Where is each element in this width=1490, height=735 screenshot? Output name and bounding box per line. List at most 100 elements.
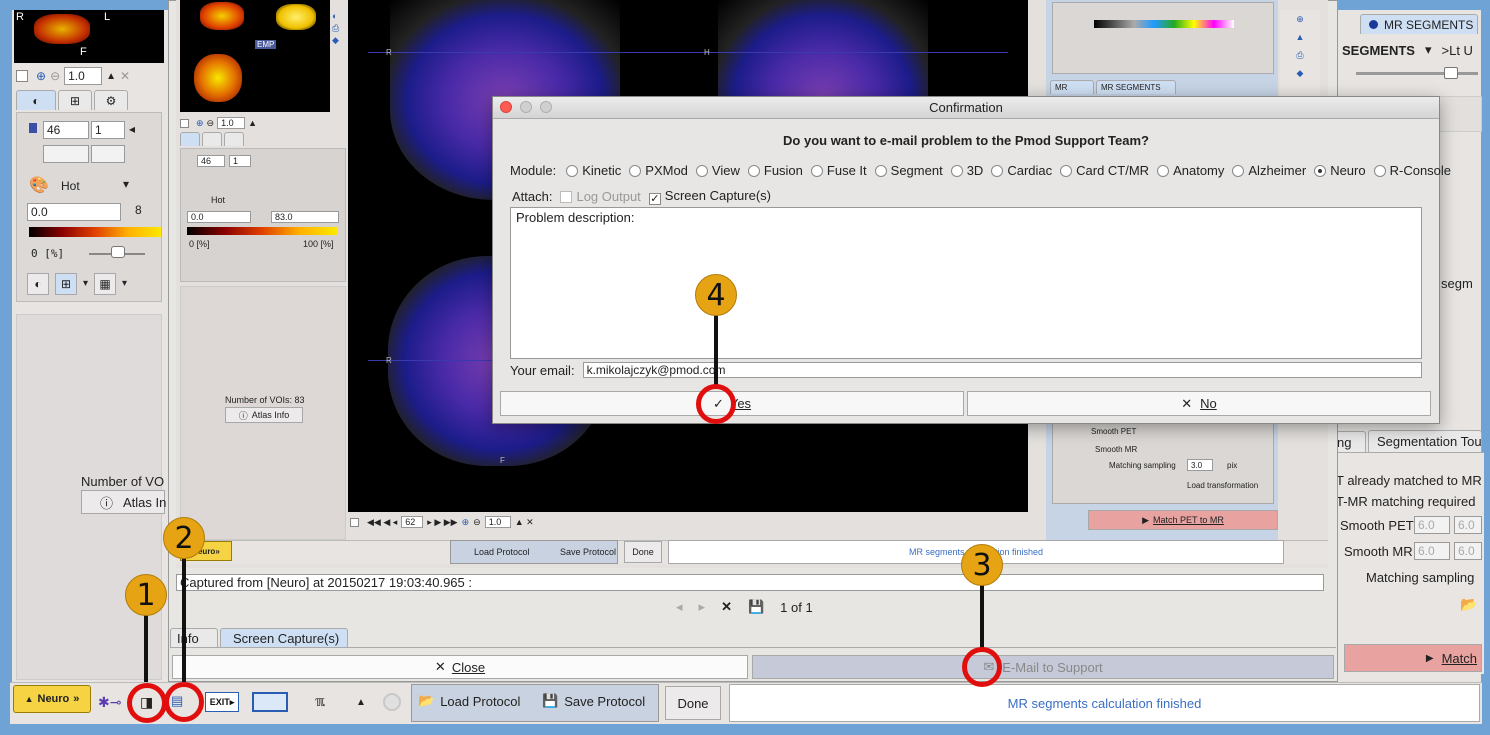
prev-icon[interactable]: ◂ [676,599,683,615]
tab-layout[interactable]: ⊞ [58,90,92,110]
module-cardiac[interactable]: Cardiac [991,163,1052,178]
tab-screen-captures[interactable]: Screen Capture(s) [220,628,348,648]
window-close-dot[interactable] [500,101,512,113]
left-field-b[interactable]: 1 [91,121,125,139]
neuro-button[interactable]: ▲ Neuro» [13,685,91,713]
up-arrow-small-icon[interactable]: ▲ [356,697,366,708]
inner-tab-mr[interactable]: MR [1050,80,1094,94]
inner-atlas-button[interactable]: ⓘ Atlas Info [225,407,303,423]
dialog-titlebar: Confirmation [493,97,1439,119]
inner-field-a[interactable]: 46 [197,155,225,167]
right-tab-segmentation-tools[interactable]: Segmentation Tou [1368,430,1482,452]
right-match-button[interactable]: ▶ Match [1344,644,1482,672]
database-icon[interactable] [252,692,288,712]
right-smooth-mr-field-2[interactable]: 6.0 [1454,542,1482,560]
inner-slice-field[interactable]: 62 [401,516,424,528]
inner-max[interactable]: 83.0 [271,211,339,223]
next-icon[interactable]: ▸ [699,599,706,615]
attach-row: Attach: Log Output ✓ Screen Capture(s) [512,187,912,205]
tools-icon[interactable]: ℼ [315,693,325,710]
problem-textarea[interactable]: Problem description: [510,207,1422,359]
window-zoom-dot[interactable] [540,101,552,113]
module-neuro[interactable]: Neuro [1314,163,1366,178]
zoom-out-icon[interactable]: ⊖ [50,69,60,83]
attach-log-checkbox[interactable]: Log Output [560,189,641,204]
module-card-ct-mr[interactable]: Card CT/MR [1060,163,1149,178]
inner-save-protocol[interactable]: Save Protocol [560,547,616,557]
tab-settings[interactable]: ⚙ [94,90,128,110]
right-segm-label: segm [1441,276,1473,291]
module-anatomy[interactable]: Anatomy [1157,163,1224,178]
pattern-icon[interactable]: ▦ [94,273,117,295]
marker-2-line [182,554,186,682]
page-indicator: 1 of 1 [780,599,813,615]
inner-controls: 46 1 Hot 0.0 83.0 0 [%] 100 [%] [180,148,346,282]
marker-2: 2 [163,517,205,559]
module-fuse-it[interactable]: Fuse It [810,163,867,178]
inner-load-transform[interactable]: Load transformation [1187,481,1258,490]
email-support-button[interactable]: ✉ E-Mail to Support [752,655,1334,679]
inner-zoom-field[interactable]: 1.0 [484,516,511,528]
module-segment[interactable]: Segment [874,163,943,178]
close-button[interactable]: ✕ Close [172,655,748,679]
delete-icon[interactable]: ✕ [721,599,732,615]
inner-done-button[interactable]: Done [624,541,662,563]
attach-screen-checkbox[interactable]: ✓ Screen Capture(s) [648,188,771,205]
window-minimize-dot[interactable] [520,101,532,113]
save-icon[interactable]: 💾 [748,599,764,615]
right-slider-thumb[interactable] [1444,67,1458,79]
left-check[interactable] [16,70,28,82]
module-pxmod[interactable]: PXMod [629,163,688,178]
inner-match-button[interactable]: ▶ Match PET to MR [1088,510,1278,530]
right-smooth-mr-field[interactable]: 6.0 [1414,542,1450,560]
close-icon[interactable]: ✕ [120,69,130,83]
right-tab-partial[interactable]: ng [1334,431,1366,453]
right-smooth-pet-field-2[interactable]: 6.0 [1454,516,1482,534]
marker-1: 1 [125,574,167,616]
no-button[interactable]: ✕ No [967,391,1431,416]
right-matching: Matching sampling [1366,570,1475,585]
save-protocol-button[interactable]: 💾 Save Protocol [542,693,645,709]
module-alzheimer[interactable]: Alzheimer [1232,163,1306,178]
left-zoom-field[interactable]: 1.0 [64,67,103,85]
plugin-icon[interactable]: ✱⊸ [98,694,121,711]
inner-load-protocol[interactable]: Load Protocol [474,547,530,557]
module-r-console[interactable]: R-Console [1373,163,1451,178]
left-controls: 46 1 ◂ 🎨 Hot ▾ 0.0 8 0 [%] ◐ ⊞ ▾ ▦ ▾ [16,112,162,302]
tab-info[interactable]: Info [170,628,218,648]
left-min-field[interactable]: 0.0 [27,203,121,221]
module-view[interactable]: View [695,163,740,178]
module-row: Module: Kinetic PXMod View Fusion Fuse I… [510,161,1451,179]
module-fusion[interactable]: Fusion [747,163,803,178]
left-field-a[interactable]: 46 [43,121,89,139]
zoom-in-icon[interactable]: ⊕ [36,69,46,83]
marker-3-line [980,582,984,648]
email-field[interactable]: k.mikolajczyk@pmod.com [582,362,1422,378]
grid-icon[interactable]: ⊞ [55,273,77,295]
record-icon[interactable] [383,693,401,711]
inner-matching-val[interactable]: 3.0 [1187,459,1213,471]
tab-contrast[interactable]: ◐ [16,90,56,110]
inner-pct-lo: 0 [%] [189,239,210,249]
inner-min[interactable]: 0.0 [187,211,251,223]
inner-zoom-field-2[interactable]: 1.0 [217,117,246,129]
done-button[interactable]: Done [665,686,721,720]
right-smooth-pet-field[interactable]: 6.0 [1414,516,1450,534]
left-slider-thumb[interactable] [111,246,125,258]
module-3d[interactable]: 3D [950,163,983,178]
left-brain-thumbnail: F L R [14,10,164,63]
exit-icon[interactable]: EXIT▸ [205,692,239,712]
contrast-icon[interactable]: ◐ [27,273,49,295]
right-tab-mr-segments[interactable]: MR SEGMENTS [1360,14,1478,34]
left-pct-lo: 0 [%] [31,247,65,260]
right-dropdown[interactable]: SEGMENTS ▾ >Lt U [1342,40,1482,60]
left-atlas-button[interactable]: ⓘ Atlas In [81,490,166,514]
inner-tab-mr-segments[interactable]: MR SEGMENTS [1096,80,1176,94]
module-kinetic[interactable]: Kinetic [566,163,621,178]
up-arrow-icon[interactable]: ▲ [106,71,116,82]
chevron-down-icon[interactable]: ▾ [123,177,129,191]
load-folder-icon[interactable]: 📂 [1460,596,1477,613]
inner-field-b[interactable]: 1 [229,155,251,167]
inner-smooth-mr: Smooth MR [1095,445,1138,454]
load-protocol-button[interactable]: 📂 Load Protocol [418,693,520,709]
